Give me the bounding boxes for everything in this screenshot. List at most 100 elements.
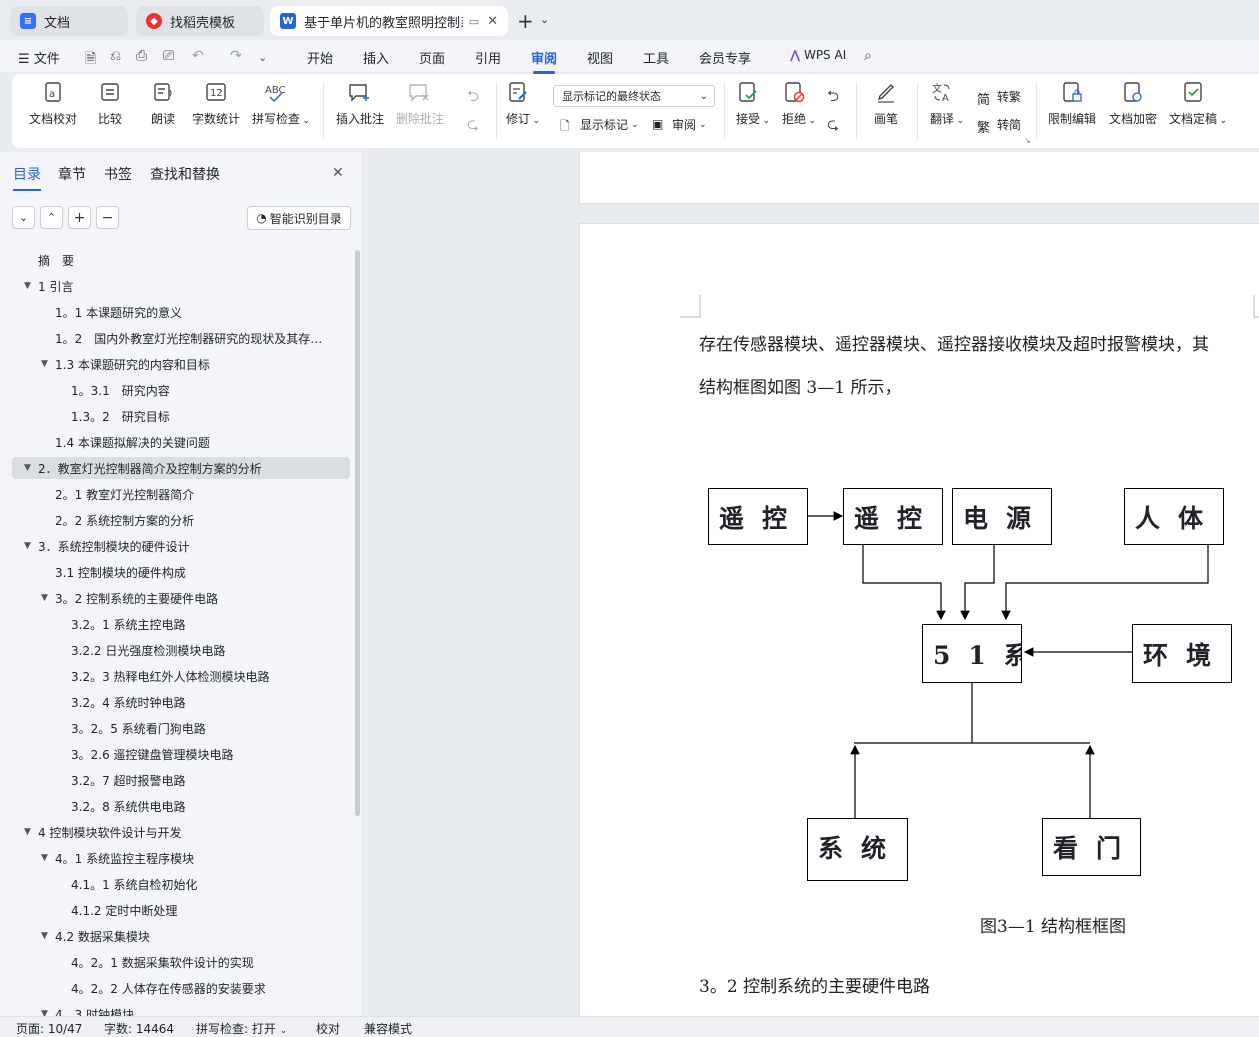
collapse-arrow-icon[interactable]: ▼ xyxy=(41,593,48,603)
toc-item[interactable]: ▼ 3．系统控制模块的硬件设计 xyxy=(12,535,350,557)
read-aloud-button[interactable]: 朗读 xyxy=(151,80,175,127)
spell-check-status[interactable]: 拼写检查: 打开 ⌄ xyxy=(196,1020,287,1037)
spell-check-button[interactable]: ABC 拼写检查 ⌄ xyxy=(252,80,310,127)
redo-icon[interactable]: ↷ xyxy=(230,48,242,64)
pen-button[interactable]: 画笔 xyxy=(874,80,898,127)
close-icon[interactable]: ✕ xyxy=(332,165,344,181)
undo-icon[interactable]: ↶ xyxy=(192,48,204,64)
wps-ai-button[interactable]: ⋀ WPS AI xyxy=(790,48,846,62)
menu-tools[interactable]: 工具 xyxy=(643,48,669,67)
file-menu[interactable]: ☰ 文件 xyxy=(18,48,60,67)
toc-item[interactable]: 4。2。2 人体存在传感器的安装要求 xyxy=(12,977,350,999)
show-markup-button[interactable]: 🗋 显示标记 ⌄ xyxy=(560,116,639,133)
toc-item[interactable]: 3.2。4 系统时钟电路 xyxy=(12,691,350,713)
tab-bookmark[interactable]: 书签 xyxy=(104,164,132,184)
insert-comment-button[interactable]: 插入批注 xyxy=(336,80,384,127)
close-icon[interactable]: ✕ xyxy=(487,14,498,29)
smart-toc-button[interactable]: ◔ 智能识别目录 xyxy=(247,206,351,230)
print-icon[interactable]: ⎙ xyxy=(136,48,147,64)
print-preview-icon[interactable]: ⎚ xyxy=(163,48,174,64)
toc-item[interactable]: 4.1。1 系统自检初始化 xyxy=(12,873,350,895)
tab-toc[interactable]: 目录 xyxy=(13,164,41,191)
doc-check-button[interactable]: a 文档校对 xyxy=(29,80,77,127)
toc-item[interactable]: 3。2。5 系统看门狗电路 xyxy=(12,717,350,739)
accept-button[interactable]: 接受 ⌄ xyxy=(736,80,770,127)
encrypt-button[interactable]: 文档加密 xyxy=(1109,80,1157,127)
toc-item[interactable]: ▼ 4。1 系统监控主程序模块 xyxy=(12,847,350,869)
word-count-button[interactable]: 12 字数统计 xyxy=(192,80,240,127)
expand-icon[interactable]: ↘ xyxy=(1024,136,1031,145)
reject-button[interactable]: 拒绝 ⌄ xyxy=(782,80,816,127)
toc-item[interactable]: 1.4 本课题拟解决的关键问题 xyxy=(12,431,350,453)
expand-up-button[interactable]: ⌃ xyxy=(40,206,63,229)
collapse-arrow-icon[interactable]: ▼ xyxy=(41,931,48,941)
document-page[interactable]: 存在传感器模块、遥控器模块、遥控器接收模块及超时报警模块，其 结构框图如图 3—… xyxy=(579,223,1259,1016)
toc-item[interactable]: 摘 要 xyxy=(12,249,350,271)
toc-item[interactable]: 1.3。2 研究目标 xyxy=(12,405,350,427)
toc-item[interactable]: ▼ 2．教室灯光控制器简介及控制方案的分析 xyxy=(12,457,350,479)
more-icon[interactable]: ⌄ xyxy=(258,51,267,64)
collapse-arrow-icon[interactable]: ▼ xyxy=(24,541,31,551)
collapse-arrow-icon[interactable]: ▼ xyxy=(24,463,31,473)
toc-item[interactable]: 3.2。3 热释电红外人体检测模块电路 xyxy=(12,665,350,687)
new-tab-icon[interactable]: + xyxy=(517,9,534,33)
tab-document[interactable]: W 基于单片机的教室照明控制系统 ▭ ✕ xyxy=(270,6,508,36)
review-pane-button[interactable]: ▣ 审阅 ⌄ xyxy=(652,116,707,133)
menu-page[interactable]: 页面 xyxy=(419,48,445,67)
revise-button[interactable]: 修订 ⌄ xyxy=(506,80,540,127)
collapse-arrow-icon[interactable]: ▼ xyxy=(24,827,31,837)
menu-view[interactable]: 视图 xyxy=(587,48,613,67)
tab-docs[interactable]: ≡ 文档 xyxy=(10,6,128,36)
toc-item[interactable]: 3。2.6 遥控键盘管理模块电路 xyxy=(12,743,350,765)
toc-item[interactable]: ▼ 4。3 时钟模块 xyxy=(12,1003,350,1017)
menu-member[interactable]: 会员专享 xyxy=(699,48,751,67)
toc-item[interactable]: ▼ 4.2 数据采集模块 xyxy=(12,925,350,947)
page-indicator[interactable]: 页面: 10/47 xyxy=(16,1020,82,1037)
remove-heading-button[interactable]: − xyxy=(96,206,119,229)
toc-item[interactable]: ▼ 3。2 控制系统的主要硬件电路 xyxy=(12,587,350,609)
menu-review[interactable]: 审阅 xyxy=(531,48,557,74)
menu-insert[interactable]: 插入 xyxy=(363,48,389,67)
toc-item[interactable]: 4。2。1 数据采集软件设计的实现 xyxy=(12,951,350,973)
toc-item[interactable]: 1。2 国内外教室灯光控制器研究的现状及其存在… xyxy=(12,327,350,349)
collapse-arrow-icon[interactable]: ▼ xyxy=(24,281,31,291)
prev-change-icon[interactable]: ⮌ xyxy=(827,86,839,111)
toc-item[interactable]: 3.1 控制模块的硬件构成 xyxy=(12,561,350,583)
tab-docer[interactable]: ◆ 找稻壳模板 xyxy=(136,6,264,36)
chevron-down-icon[interactable]: ⌄ xyxy=(540,13,549,26)
toc-item[interactable]: 2。2 系统控制方案的分析 xyxy=(12,509,350,531)
restrict-edit-button[interactable]: 限制编辑 xyxy=(1048,80,1096,127)
toc-item[interactable]: 1。3.1 研究内容 xyxy=(12,379,350,401)
delete-comment-button[interactable]: 删除批注 xyxy=(396,80,444,127)
to-simplified-button[interactable]: 繁转简 xyxy=(977,116,1021,136)
next-change-icon[interactable]: ⮎ xyxy=(827,114,839,139)
toc-item[interactable]: 3.2。8 系统供电电路 xyxy=(12,795,350,817)
menu-start[interactable]: 开始 xyxy=(307,48,333,67)
toc-item[interactable]: 3.2。7 超时报警电路 xyxy=(12,769,350,791)
collapse-button[interactable]: ⌄ xyxy=(12,206,35,229)
next-comment-icon[interactable]: ⮎ xyxy=(467,114,479,139)
save-icon[interactable]: 🗎 xyxy=(85,48,96,72)
share-icon[interactable]: ⎌ xyxy=(110,48,121,64)
monitor-icon[interactable]: ▭ xyxy=(469,15,479,28)
toc-item[interactable]: ▼ 1 引言 xyxy=(12,275,350,297)
translate-button[interactable]: 文A 翻译 ⌄ xyxy=(930,80,964,127)
toc-item[interactable]: 2。1 教室灯光控制器简介 xyxy=(12,483,350,505)
toc-item[interactable]: 3.2.2 日光强度检测模块电路 xyxy=(12,639,350,661)
scrollbar[interactable] xyxy=(355,250,360,816)
toc-item[interactable]: ▼ 4 控制模块软件设计与开发 xyxy=(12,821,350,843)
tab-chapter[interactable]: 章节 xyxy=(58,164,86,184)
to-traditional-button[interactable]: 简转繁 xyxy=(977,88,1021,108)
finalize-button[interactable]: 文档定稿 ⌄ xyxy=(1169,80,1227,127)
prev-comment-icon[interactable]: ⮌ xyxy=(467,86,479,111)
toc-item[interactable]: 1。1 本课题研究的意义 xyxy=(12,301,350,323)
add-heading-button[interactable]: + xyxy=(68,206,91,229)
proof-button[interactable]: 校对 xyxy=(316,1020,340,1037)
word-count-indicator[interactable]: 字数: 14464 xyxy=(104,1020,174,1037)
collapse-arrow-icon[interactable]: ▼ xyxy=(41,853,48,863)
collapse-arrow-icon[interactable]: ▼ xyxy=(41,1009,48,1016)
collapse-arrow-icon[interactable]: ▼ xyxy=(41,359,48,369)
compare-button[interactable]: 比较 xyxy=(98,80,122,127)
search-icon[interactable]: ⌕ xyxy=(864,48,872,64)
tab-find-replace[interactable]: 查找和替换 xyxy=(150,164,220,184)
